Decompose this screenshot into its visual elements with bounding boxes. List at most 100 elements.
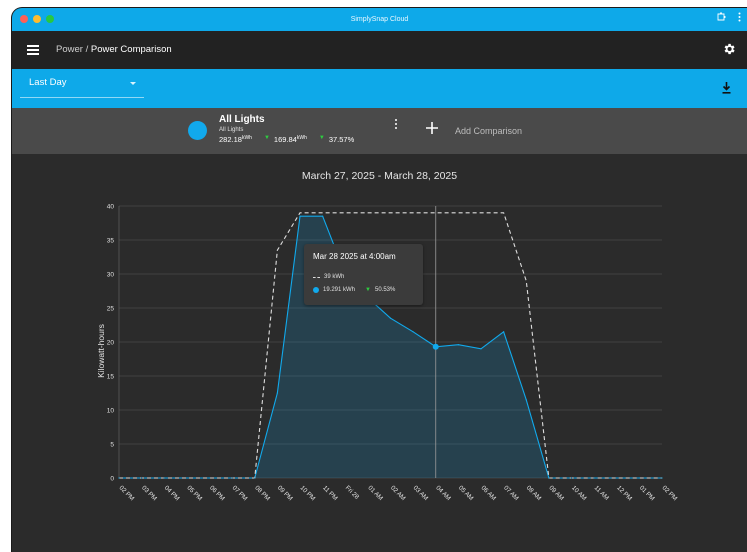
chevron-down-icon	[130, 82, 136, 85]
x-tick-label: 10 AM	[570, 484, 588, 502]
energy-chart[interactable]: 051015202530354002 PM 03 PM 04 PM 05 PM 06 P…	[12, 154, 747, 552]
close-window-button[interactable]	[20, 15, 28, 23]
x-tick-label: 05 AM	[457, 484, 475, 502]
app-title: SimplySnap Cloud	[350, 16, 409, 23]
download-icon[interactable]	[722, 82, 731, 94]
x-tick-label: 06 AM	[480, 484, 498, 502]
actual-data-point	[254, 477, 256, 479]
y-tick-label: 40	[107, 204, 115, 211]
filter-bar: Last Day	[12, 69, 747, 108]
menu-icon[interactable]	[27, 45, 39, 55]
actual-data-point	[208, 477, 211, 479]
chart-tooltip: Mar 28 2025 at 4:00am 39 kWh 19.291 kWh …	[304, 244, 423, 305]
y-tick-label: 5	[110, 442, 114, 449]
actual-data-point	[503, 331, 505, 333]
comparison-menu-icon[interactable]	[395, 119, 397, 131]
minimize-window-button[interactable]	[33, 15, 41, 23]
add-comparison-button[interactable]: Add Comparison	[455, 126, 522, 136]
actual-data-point	[570, 477, 573, 479]
y-tick-label: 25	[107, 306, 115, 313]
actual-data-point	[412, 331, 414, 333]
y-tick-label: 0	[110, 476, 114, 483]
x-tick-label: 03 PM	[140, 484, 158, 502]
series-dot-icon	[313, 287, 319, 293]
actual-data-point	[141, 477, 143, 479]
arrow-down-icon: ▼	[318, 135, 325, 141]
actual-data-point	[480, 348, 482, 350]
actual-data-point	[186, 477, 188, 479]
comparison-name: All Lights	[219, 114, 265, 125]
x-tick-label: 04 PM	[163, 484, 181, 502]
dashed-line-icon	[313, 276, 320, 278]
chart-panel: March 27, 2025 - March 28, 2025 Kilowatt…	[12, 154, 747, 552]
time-range-value: Last Day	[29, 77, 67, 88]
x-tick-label: 03 AM	[412, 484, 430, 502]
x-tick-label: 02 PM	[118, 484, 136, 502]
window-controls	[20, 15, 54, 23]
x-tick-label: 04 AM	[434, 484, 452, 502]
x-tick-label: 05 PM	[185, 484, 203, 502]
tooltip-baseline-row: 39 kWh	[313, 274, 344, 280]
tooltip-title: Mar 28 2025 at 4:00am	[313, 252, 396, 261]
arrow-down-icon: ▼	[263, 135, 270, 141]
x-tick-label: 02 AM	[389, 484, 407, 502]
x-tick-label: 06 PM	[208, 484, 226, 502]
savings-percent: 37.57%	[328, 135, 355, 144]
x-tick-label: 12 PM	[615, 484, 633, 502]
extension-icon[interactable]	[716, 12, 726, 22]
series-color-swatch	[188, 121, 207, 140]
x-tick-label: 08 PM	[253, 484, 271, 502]
app-window: SimplySnap Cloud Power / Power Compariso…	[12, 8, 747, 552]
y-tick-label: 20	[107, 340, 115, 347]
breadcrumb-separator: /	[85, 44, 89, 55]
x-tick-label: Fri 28	[344, 484, 361, 501]
actual-data-point	[276, 392, 278, 394]
tooltip-actual-value: 19.291 kWh	[323, 287, 356, 293]
x-tick-label: 09 PM	[276, 484, 294, 502]
actual-data-point	[525, 399, 527, 401]
breadcrumb-current: Power Comparison	[90, 44, 172, 55]
x-tick-label: 11 AM	[593, 484, 610, 501]
top-navbar: Power / Power Comparison	[12, 31, 747, 69]
gear-icon[interactable]	[722, 42, 736, 56]
breadcrumb-parent[interactable]: Power	[56, 44, 83, 55]
title-bar: SimplySnap Cloud	[12, 8, 747, 31]
breadcrumb: Power / Power Comparison	[56, 44, 172, 55]
actual-data-point	[322, 215, 324, 217]
y-tick-label: 15	[107, 374, 115, 381]
arrow-down-icon: ▼	[365, 287, 371, 293]
tooltip-baseline-value: 39 kWh	[324, 274, 345, 280]
actual-data-point	[616, 477, 618, 479]
actual-energy-unit: kWh	[296, 135, 307, 141]
zoom-window-button[interactable]	[46, 15, 54, 23]
x-tick-label: 11 PM	[321, 484, 338, 501]
actual-data-point	[389, 317, 392, 319]
time-range-select[interactable]: Last Day	[20, 74, 144, 98]
comparison-stats: 282.18 kWh ▼ 169.84 kWh ▼ 37.57%	[219, 135, 354, 144]
actual-data-point	[231, 477, 233, 479]
more-vert-icon[interactable]	[738, 12, 741, 22]
actual-data-point	[163, 477, 165, 479]
actual-data-point	[593, 477, 595, 479]
x-tick-label: 07 AM	[502, 484, 520, 502]
x-tick-label: 08 AM	[525, 484, 543, 502]
actual-data-point	[435, 346, 437, 348]
y-tick-label: 35	[107, 238, 115, 245]
x-tick-label: 10 PM	[299, 484, 317, 502]
comparison-subtitle: All Lights	[219, 127, 244, 133]
actual-data-point	[548, 477, 550, 479]
tooltip-actual-row: 19.291 kWh ▼ 50.53%	[313, 287, 395, 293]
x-tick-label: 07 PM	[231, 484, 249, 502]
baseline-energy-value: 282.18	[219, 135, 242, 144]
add-icon[interactable]	[426, 122, 438, 134]
y-tick-label: 30	[107, 272, 115, 279]
x-tick-label: 01 AM	[366, 484, 384, 502]
actual-data-point	[661, 477, 663, 479]
tooltip-percent: 50.53%	[374, 287, 396, 293]
titlebar-actions	[716, 12, 741, 22]
actual-data-point	[638, 477, 640, 479]
x-tick-label: 01 PM	[638, 484, 656, 502]
x-tick-label: 02 PM	[661, 484, 679, 502]
actual-data-point	[299, 215, 301, 217]
actual-data-point	[118, 477, 120, 479]
